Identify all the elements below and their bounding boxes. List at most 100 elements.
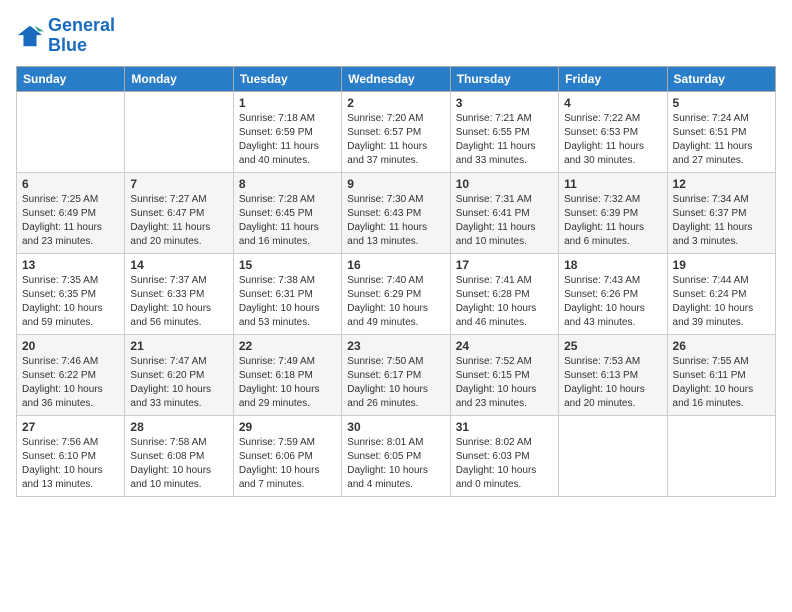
day-info: Sunrise: 7:20 AM Sunset: 6:57 PM Dayligh… (347, 112, 444, 168)
day-info: Sunrise: 7:44 AM Sunset: 6:24 PM Dayligh… (673, 274, 770, 330)
calendar-cell: 15 Sunrise: 7:38 AM Sunset: 6:31 PM Dayli… (233, 253, 341, 334)
calendar-cell: 24 Sunrise: 7:52 AM Sunset: 6:15 PM Dayli… (450, 334, 558, 415)
column-header-thursday: Thursday (450, 66, 558, 91)
column-header-saturday: Saturday (667, 66, 775, 91)
calendar-cell: 26 Sunrise: 7:55 AM Sunset: 6:11 PM Dayli… (667, 334, 775, 415)
calendar-cell: 28 Sunrise: 7:58 AM Sunset: 6:08 PM Dayli… (125, 415, 233, 496)
calendar-cell: 23 Sunrise: 7:50 AM Sunset: 6:17 PM Dayli… (342, 334, 450, 415)
day-number: 8 (239, 177, 336, 191)
day-info: Sunrise: 7:31 AM Sunset: 6:41 PM Dayligh… (456, 193, 553, 249)
calendar-cell: 4 Sunrise: 7:22 AM Sunset: 6:53 PM Daylig… (559, 91, 667, 172)
day-info: Sunrise: 8:01 AM Sunset: 6:05 PM Dayligh… (347, 436, 444, 492)
calendar-cell (559, 415, 667, 496)
day-number: 16 (347, 258, 444, 272)
calendar-cell: 19 Sunrise: 7:44 AM Sunset: 6:24 PM Dayli… (667, 253, 775, 334)
calendar-cell: 7Sunrise: 7:27 AM Sunset: 6:47 PM Daylig… (125, 172, 233, 253)
day-info: Sunrise: 7:58 AM Sunset: 6:08 PM Dayligh… (130, 436, 227, 492)
day-info: Sunrise: 7:50 AM Sunset: 6:17 PM Dayligh… (347, 355, 444, 411)
day-number: 12 (673, 177, 770, 191)
day-number: 1 (239, 96, 336, 110)
logo: General Blue (16, 16, 115, 56)
calendar-cell: 3 Sunrise: 7:21 AM Sunset: 6:55 PM Daylig… (450, 91, 558, 172)
day-number: 18 (564, 258, 661, 272)
calendar-cell: 20 Sunrise: 7:46 AM Sunset: 6:22 PM Dayli… (17, 334, 125, 415)
day-number: 21 (130, 339, 227, 353)
day-number: 4 (564, 96, 661, 110)
day-info: Sunrise: 7:55 AM Sunset: 6:11 PM Dayligh… (673, 355, 770, 411)
day-info: Sunrise: 7:43 AM Sunset: 6:26 PM Dayligh… (564, 274, 661, 330)
day-number: 23 (347, 339, 444, 353)
day-info: Sunrise: 7:52 AM Sunset: 6:15 PM Dayligh… (456, 355, 553, 411)
calendar-cell: 21 Sunrise: 7:47 AM Sunset: 6:20 PM Dayli… (125, 334, 233, 415)
page-header: General Blue (16, 16, 776, 56)
day-info: Sunrise: 7:24 AM Sunset: 6:51 PM Dayligh… (673, 112, 770, 168)
calendar-cell: 29 Sunrise: 7:59 AM Sunset: 6:06 PM Dayli… (233, 415, 341, 496)
column-header-friday: Friday (559, 66, 667, 91)
day-info: Sunrise: 7:47 AM Sunset: 6:20 PM Dayligh… (130, 355, 227, 411)
day-number: 6 (22, 177, 119, 191)
week-row-3: 13Sunrise: 7:35 AM Sunset: 6:35 PM Dayli… (17, 253, 776, 334)
logo-text: General Blue (48, 16, 115, 56)
day-info: Sunrise: 8:02 AM Sunset: 6:03 PM Dayligh… (456, 436, 553, 492)
calendar-cell: 5 Sunrise: 7:24 AM Sunset: 6:51 PM Daylig… (667, 91, 775, 172)
day-info: Sunrise: 7:25 AM Sunset: 6:49 PM Dayligh… (22, 193, 119, 249)
column-header-wednesday: Wednesday (342, 66, 450, 91)
day-info: Sunrise: 7:28 AM Sunset: 6:45 PM Dayligh… (239, 193, 336, 249)
day-number: 24 (456, 339, 553, 353)
calendar-cell: 12Sunrise: 7:34 AM Sunset: 6:37 PM Dayli… (667, 172, 775, 253)
day-info: Sunrise: 7:27 AM Sunset: 6:47 PM Dayligh… (130, 193, 227, 249)
day-number: 14 (130, 258, 227, 272)
column-header-sunday: Sunday (17, 66, 125, 91)
calendar-cell (125, 91, 233, 172)
day-number: 29 (239, 420, 336, 434)
day-info: Sunrise: 7:53 AM Sunset: 6:13 PM Dayligh… (564, 355, 661, 411)
calendar-cell: 6 Sunrise: 7:25 AM Sunset: 6:49 PM Daylig… (17, 172, 125, 253)
calendar-cell: 17 Sunrise: 7:41 AM Sunset: 6:28 PM Dayli… (450, 253, 558, 334)
week-row-4: 20 Sunrise: 7:46 AM Sunset: 6:22 PM Dayli… (17, 334, 776, 415)
day-info: Sunrise: 7:46 AM Sunset: 6:22 PM Dayligh… (22, 355, 119, 411)
calendar-cell: 2Sunrise: 7:20 AM Sunset: 6:57 PM Daylig… (342, 91, 450, 172)
calendar-cell: 14Sunrise: 7:37 AM Sunset: 6:33 PM Dayli… (125, 253, 233, 334)
day-number: 22 (239, 339, 336, 353)
day-info: Sunrise: 7:22 AM Sunset: 6:53 PM Dayligh… (564, 112, 661, 168)
calendar-cell: 25 Sunrise: 7:53 AM Sunset: 6:13 PM Dayli… (559, 334, 667, 415)
day-number: 30 (347, 420, 444, 434)
day-number: 19 (673, 258, 770, 272)
calendar-cell: 18 Sunrise: 7:43 AM Sunset: 6:26 PM Dayli… (559, 253, 667, 334)
day-number: 17 (456, 258, 553, 272)
day-number: 27 (22, 420, 119, 434)
day-number: 15 (239, 258, 336, 272)
column-header-tuesday: Tuesday (233, 66, 341, 91)
calendar-cell: 9Sunrise: 7:30 AM Sunset: 6:43 PM Daylig… (342, 172, 450, 253)
day-number: 25 (564, 339, 661, 353)
day-info: Sunrise: 7:49 AM Sunset: 6:18 PM Dayligh… (239, 355, 336, 411)
day-info: Sunrise: 7:56 AM Sunset: 6:10 PM Dayligh… (22, 436, 119, 492)
day-number: 5 (673, 96, 770, 110)
calendar-cell: 11 Sunrise: 7:32 AM Sunset: 6:39 PM Dayli… (559, 172, 667, 253)
calendar-cell (667, 415, 775, 496)
day-number: 9 (347, 177, 444, 191)
day-info: Sunrise: 7:41 AM Sunset: 6:28 PM Dayligh… (456, 274, 553, 330)
calendar-cell: 1 Sunrise: 7:18 AM Sunset: 6:59 PM Daylig… (233, 91, 341, 172)
day-number: 20 (22, 339, 119, 353)
calendar-cell: 31 Sunrise: 8:02 AM Sunset: 6:03 PM Dayli… (450, 415, 558, 496)
calendar-cell: 30 Sunrise: 8:01 AM Sunset: 6:05 PM Dayli… (342, 415, 450, 496)
calendar-cell (17, 91, 125, 172)
week-row-1: 1 Sunrise: 7:18 AM Sunset: 6:59 PM Daylig… (17, 91, 776, 172)
day-info: Sunrise: 7:18 AM Sunset: 6:59 PM Dayligh… (239, 112, 336, 168)
day-number: 31 (456, 420, 553, 434)
calendar-cell: 22 Sunrise: 7:49 AM Sunset: 6:18 PM Dayli… (233, 334, 341, 415)
day-info: Sunrise: 7:32 AM Sunset: 6:39 PM Dayligh… (564, 193, 661, 249)
day-number: 11 (564, 177, 661, 191)
day-number: 26 (673, 339, 770, 353)
day-info: Sunrise: 7:59 AM Sunset: 6:06 PM Dayligh… (239, 436, 336, 492)
day-info: Sunrise: 7:21 AM Sunset: 6:55 PM Dayligh… (456, 112, 553, 168)
calendar-cell: 13Sunrise: 7:35 AM Sunset: 6:35 PM Dayli… (17, 253, 125, 334)
calendar-cell: 16 Sunrise: 7:40 AM Sunset: 6:29 PM Dayli… (342, 253, 450, 334)
day-number: 28 (130, 420, 227, 434)
day-info: Sunrise: 7:38 AM Sunset: 6:31 PM Dayligh… (239, 274, 336, 330)
day-number: 3 (456, 96, 553, 110)
day-info: Sunrise: 7:40 AM Sunset: 6:29 PM Dayligh… (347, 274, 444, 330)
day-info: Sunrise: 7:35 AM Sunset: 6:35 PM Dayligh… (22, 274, 119, 330)
week-row-2: 6 Sunrise: 7:25 AM Sunset: 6:49 PM Daylig… (17, 172, 776, 253)
